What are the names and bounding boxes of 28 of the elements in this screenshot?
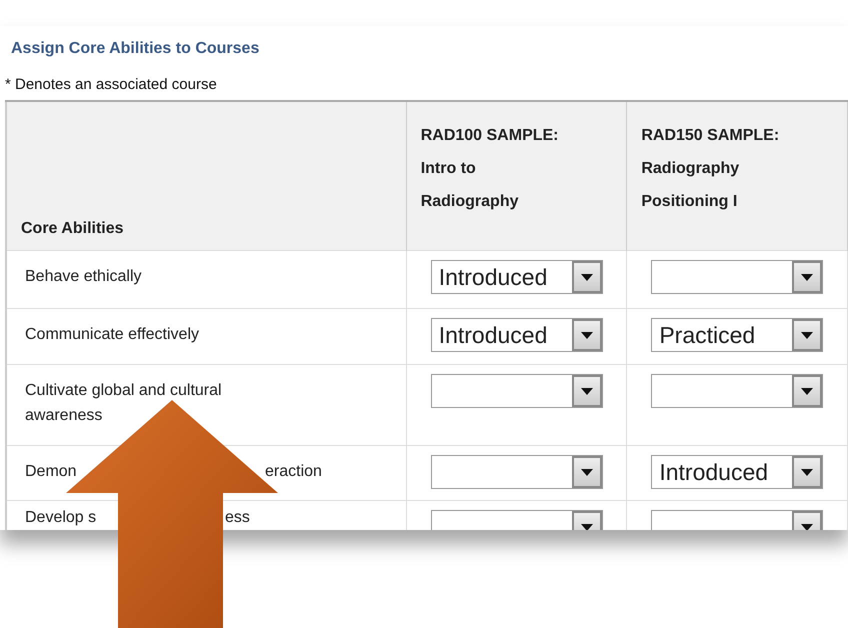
level-dropdown[interactable]: Practiced (651, 318, 824, 352)
level-dropdown[interactable]: Introduced (430, 318, 603, 352)
header-label: Core Abilities (21, 220, 124, 237)
course-title: RAD150 SAMPLE: Radiography Positioning I (641, 126, 780, 212)
level-dropdown[interactable] (651, 260, 824, 294)
course-title: RAD100 SAMPLE: Intro to Radiography (420, 126, 560, 212)
caret-icon (572, 375, 602, 407)
ability-label: eraction (265, 462, 322, 482)
level-dropdown[interactable] (430, 374, 603, 408)
ability-label: ess (225, 508, 250, 528)
caret-icon (792, 319, 822, 351)
level-dropdown[interactable] (651, 374, 824, 408)
ability-label: Communicate effectively (25, 325, 199, 345)
caret-icon (792, 456, 822, 488)
ability-label: Develop s (25, 508, 96, 528)
caret-icon (572, 456, 602, 488)
level-dropdown[interactable]: Introduced (651, 455, 824, 489)
page-title: Assign Core Abilities to Courses (10, 39, 260, 59)
ability-label: Cultivate global and cultural awareness (25, 381, 223, 426)
note-text: * Denotes an associated course (5, 75, 218, 95)
level-dropdown[interactable]: Introduced (430, 260, 603, 294)
caret-icon (792, 261, 822, 293)
ability-label: Demon (25, 462, 77, 482)
caret-icon (792, 375, 822, 407)
caret-icon (572, 261, 602, 293)
level-dropdown[interactable] (430, 455, 603, 489)
caret-icon (572, 319, 602, 351)
ability-label: Behave ethically (25, 267, 142, 287)
